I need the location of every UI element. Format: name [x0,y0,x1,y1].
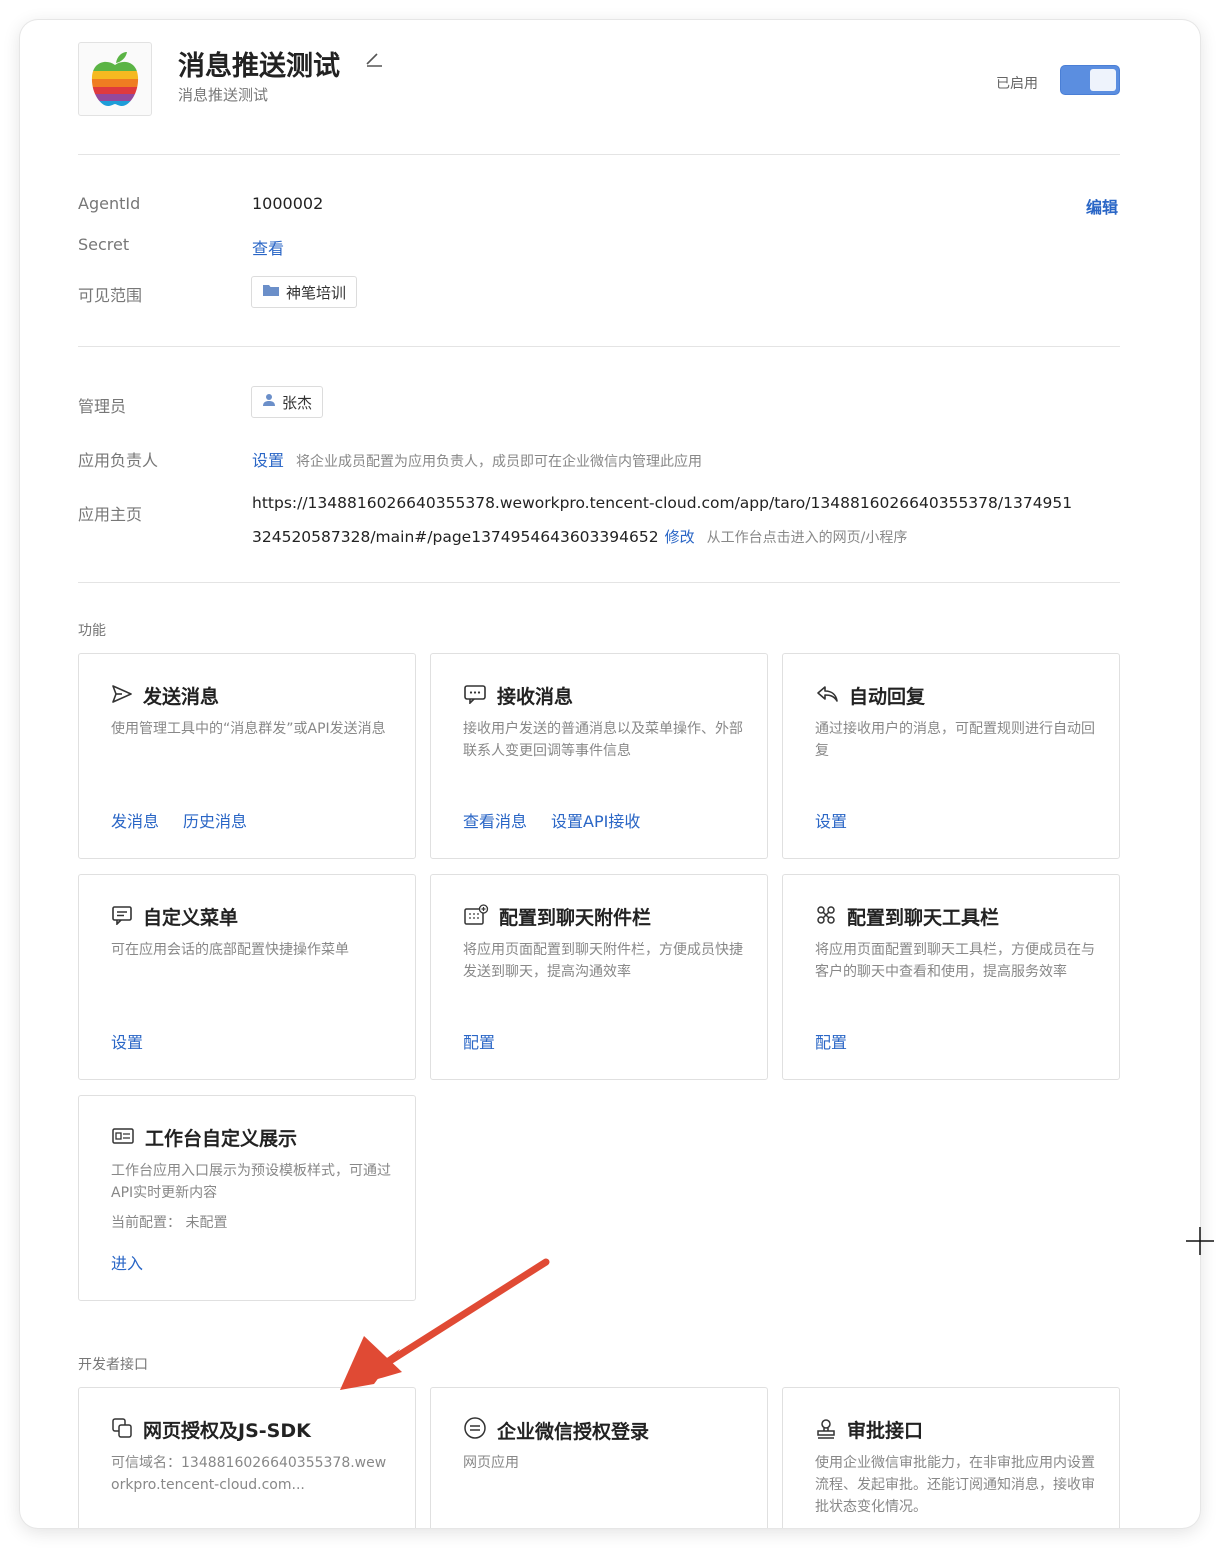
admin-label: 管理员 [78,397,127,416]
homepage-label: 应用主页 [78,505,143,524]
card-title: 配置到聊天工具栏 [847,907,1000,929]
dev-card-wecom-login[interactable]: 企业微信授权登录 网页应用 [430,1387,768,1528]
card-desc: 可在应用会话的底部配置快捷操作菜单 [111,942,349,958]
secret-label: Secret [78,235,130,254]
folder-icon [262,283,280,301]
dev-card-approval[interactable]: 审批接口 使用企业微信审批能力，在非审批应用内设置流程、发起审批。还能订阅通知消… [782,1387,1120,1528]
feature-card-workbench: 工作台自定义展示 工作台应用入口展示为预设模板样式，可通过API实时更新内容 当… [78,1095,416,1301]
toolbar-config-link[interactable]: 配置 [815,1029,847,1053]
feature-card-attachment-bar: 配置到聊天附件栏 将应用页面配置到聊天附件栏，方便成员快捷发送到聊天，提高沟通效… [430,874,768,1080]
card-title: 工作台自定义展示 [145,1128,298,1150]
attachment-config-link[interactable]: 配置 [463,1029,495,1053]
card-desc: 工作台应用入口展示为预设模板样式，可通过API实时更新内容 [111,1163,391,1201]
dev-card-web-auth[interactable]: 网页授权及JS-SDK 可信域名：1348816026640355378.wew… [78,1387,416,1528]
card-desc: 将应用页面配置到聊天工具栏，方便成员在与客户的聊天中查看和使用，提高服务效率 [815,942,1095,980]
card-title: 审批接口 [847,1420,924,1442]
feature-card-receive: 接收消息 接收用户发送的普通消息以及菜单操作、外部联系人变更回调等事件信息 查看… [430,653,768,859]
feature-card-send: 发送消息 使用管理工具中的“消息群发”或API发送消息 发消息 历史消息 [78,653,416,859]
view-messages-link[interactable]: 查看消息 [463,808,527,832]
menu-settings-link[interactable]: 设置 [111,1029,143,1053]
workbench-icon [111,1126,135,1150]
homepage-url-line2: 324520587328/main#/page13749546436033946… [252,528,659,546]
developer-section-title: 开发者接口 [78,1357,148,1373]
autoreply-settings-link[interactable]: 设置 [815,808,847,832]
agentid-value: 1000002 [252,194,324,213]
message-icon [463,684,487,708]
owner-hint: 将企业成员配置为应用负责人，成员即可在企业微信内管理此应用 [296,454,703,470]
card-desc: 使用管理工具中的“消息群发”或API发送消息 [111,721,386,737]
crosshair-cursor-icon [1186,1227,1214,1255]
edit-name-icon[interactable] [364,50,384,72]
owner-label: 应用负责人 [78,451,159,470]
app-subtitle: 消息推送测试 [178,86,269,104]
divider [78,154,1120,155]
card-title: 企业微信授权登录 [497,1420,650,1443]
reply-icon [815,684,839,708]
owner-row: 设置 将企业成员配置为应用负责人，成员即可在企业微信内管理此应用 [252,447,702,471]
menu-icon [111,905,133,929]
view-secret-link[interactable]: 查看 [252,235,284,259]
card-desc: 将应用页面配置到聊天附件栏，方便成员快捷发送到聊天，提高沟通效率 [463,942,743,980]
scope-label: 可见范围 [78,286,143,305]
toolbar-icon [815,904,837,930]
homepage-hint: 从工作台点击进入的网页/小程序 [706,530,908,546]
app-title: 消息推送测试 [178,51,340,82]
agentid-label: AgentId [78,194,141,213]
scope-value: 神笔培训 [286,283,347,302]
card-desc: 网页应用 [463,1455,519,1471]
features-section-title: 功能 [78,623,106,639]
owner-set-link[interactable]: 设置 [252,447,284,471]
send-message-link[interactable]: 发消息 [111,808,159,832]
card-title: 网页授权及JS-SDK [143,1420,311,1442]
attachment-bar-icon [463,903,489,930]
set-api-receive-link[interactable]: 设置API接收 [551,808,640,832]
divider [78,346,1120,347]
divider [78,582,1120,583]
card-desc: 接收用户发送的普通消息以及菜单操作、外部联系人变更回调等事件信息 [463,721,743,759]
card-desc: 使用企业微信审批能力，在非审批应用内设置流程、发起审批。还能订阅通知消息，接收审… [815,1455,1095,1515]
feature-card-custom-menu: 自定义菜单 可在应用会话的底部配置快捷操作菜单 设置 [78,874,416,1080]
feature-card-autoreply: 自动回复 通过接收用户的消息，可配置规则进行自动回复 设置 [782,653,1120,859]
homepage-edit-link[interactable]: 修改 [665,526,695,547]
homepage-row: 324520587328/main#/page13749546436033946… [252,526,907,547]
card-title: 配置到聊天附件栏 [499,907,652,929]
workbench-enter-link[interactable]: 进入 [111,1250,143,1274]
user-icon [262,393,276,411]
app-detail-panel: 消息推送测试 消息推送测试 已启用 AgentId 1000002 编辑 Sec… [20,20,1200,1528]
card-title: 自动回复 [849,686,926,708]
history-message-link[interactable]: 历史消息 [183,808,247,832]
login-icon [463,1416,487,1444]
admin-value: 张杰 [282,393,313,412]
status-label: 已启用 [996,76,1038,92]
homepage-url-line1: https://1348816026640355378.weworkpro.te… [252,494,1073,512]
card-title: 自定义菜单 [143,907,239,929]
card-title: 发送消息 [143,686,220,708]
card-title: 接收消息 [497,686,574,708]
scope-tag[interactable]: 神笔培训 [251,276,358,308]
send-icon [111,684,133,708]
current-config: 当前配置： 未配置 [111,1215,228,1231]
card-desc: 可信域名：1348816026640355378.weworkpro.tence… [111,1455,387,1493]
admin-tag[interactable]: 张杰 [251,386,324,418]
web-auth-icon [111,1417,133,1443]
feature-card-toolbar: 配置到聊天工具栏 将应用页面配置到聊天工具栏，方便成员在与客户的聊天中查看和使用… [782,874,1120,1080]
approval-icon [815,1417,837,1443]
enable-toggle[interactable] [1060,65,1120,95]
card-desc: 通过接收用户的消息，可配置规则进行自动回复 [815,721,1095,759]
edit-info-link[interactable]: 编辑 [1086,194,1118,218]
app-logo [78,42,152,116]
